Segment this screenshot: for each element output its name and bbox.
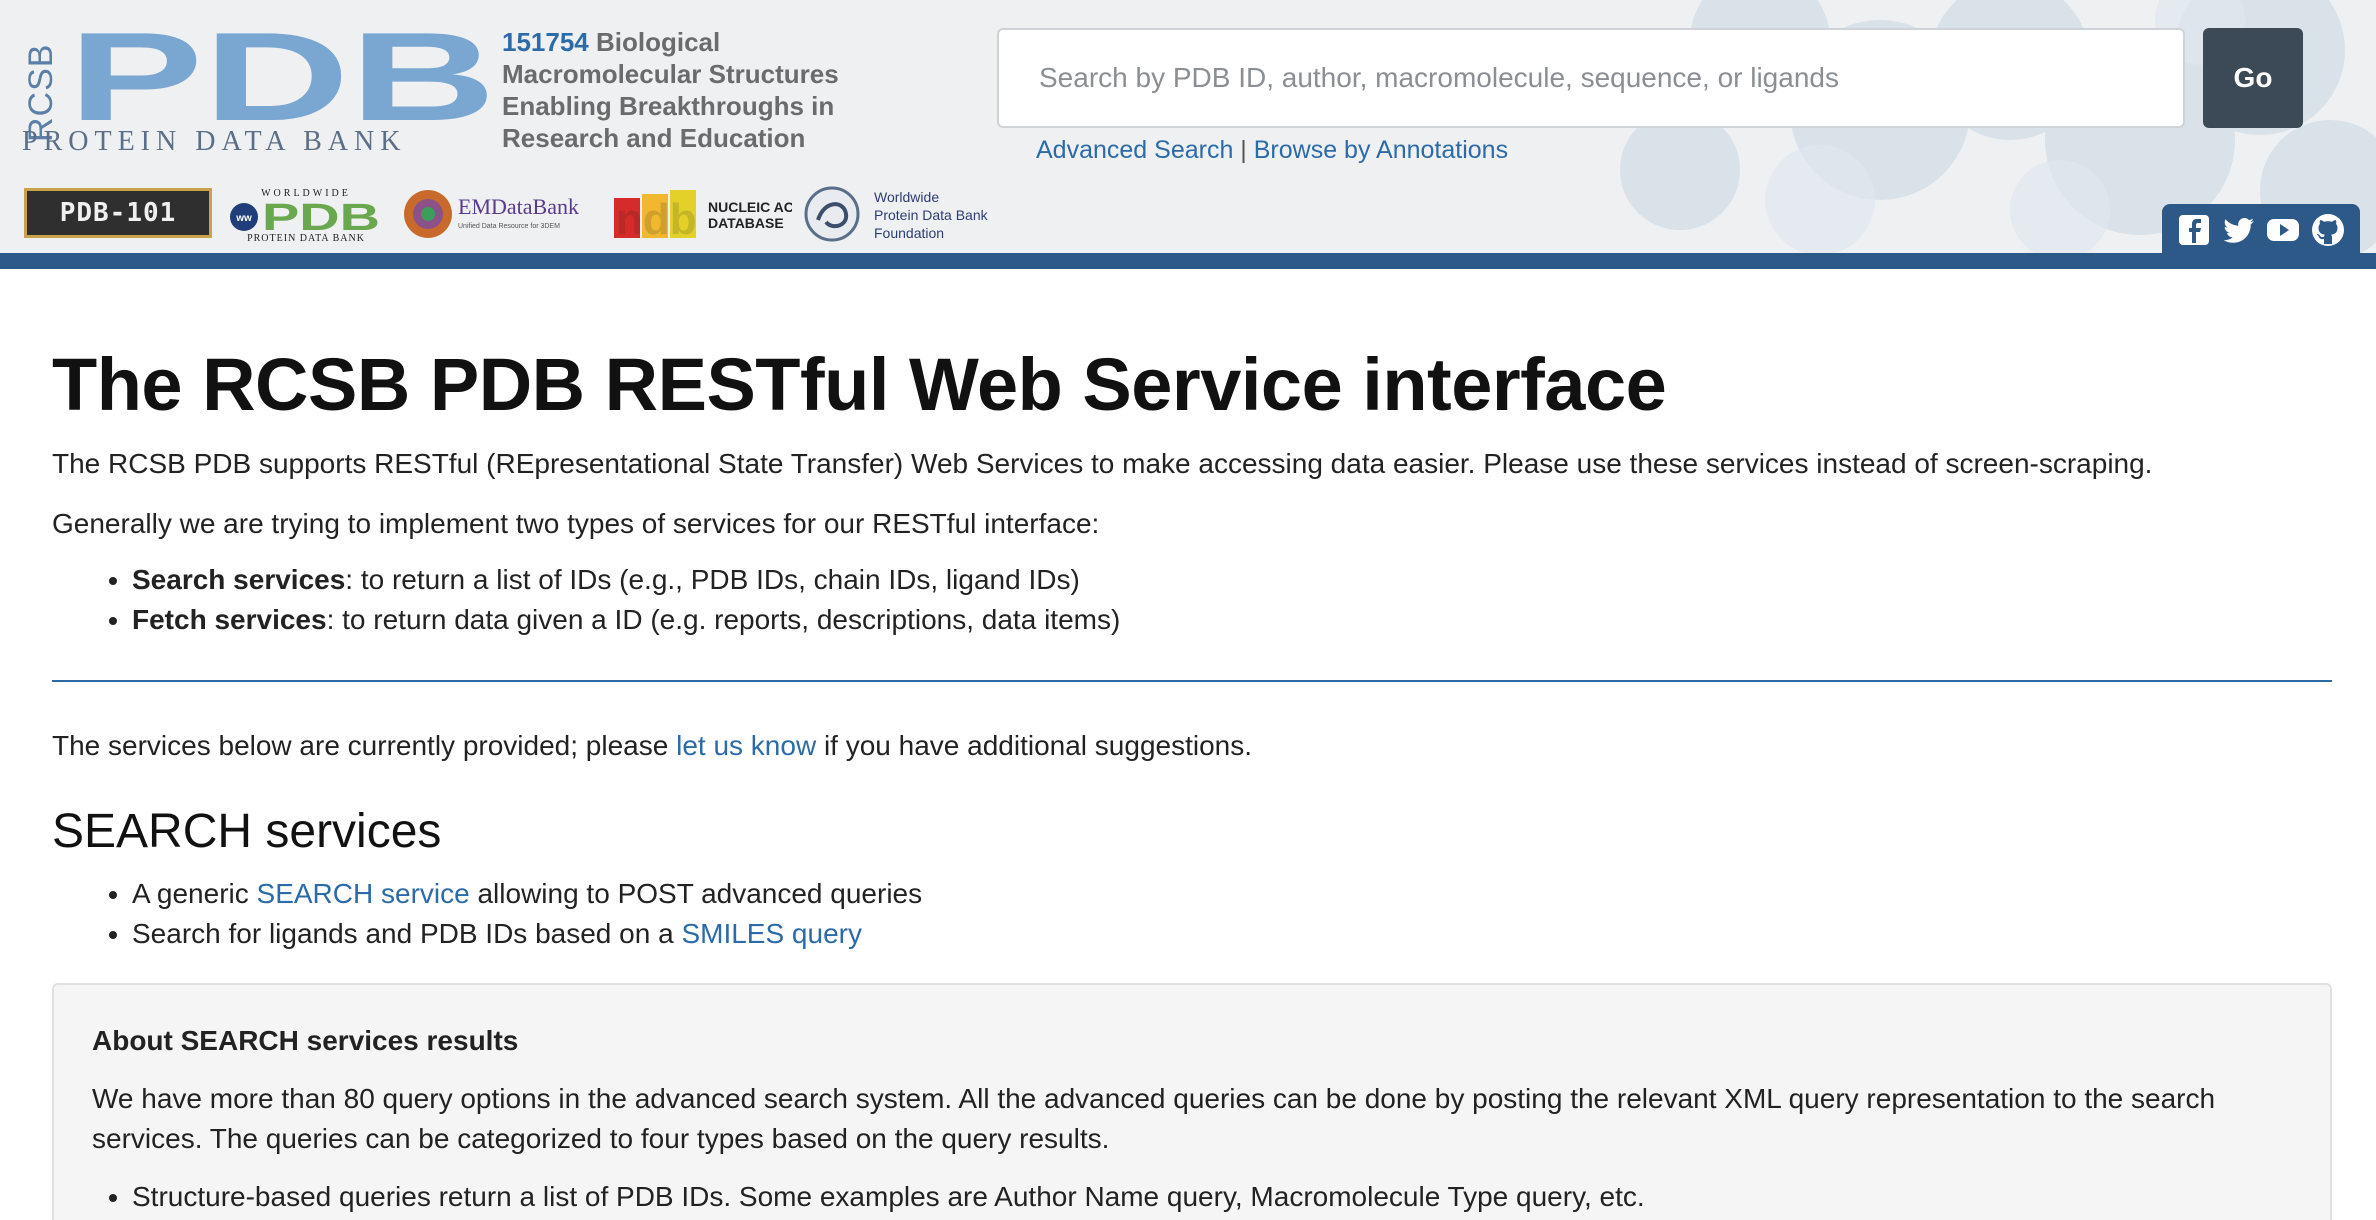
logo-main-text: PDB bbox=[68, 26, 496, 126]
youtube-icon[interactable] bbox=[2266, 213, 2300, 247]
item-text-before: Search for ligands and PDB IDs based on … bbox=[132, 918, 682, 949]
pdb-logo-mark: PDB bbox=[68, 26, 496, 126]
smiles-query-link[interactable]: SMILES query bbox=[681, 918, 862, 949]
service-type-desc: : to return a list of IDs (e.g., PDB IDs… bbox=[345, 564, 1080, 595]
ndb-logo[interactable]: ndb NUCLEIC ACID DATABASE bbox=[612, 186, 792, 242]
ndb-sub2: DATABASE bbox=[708, 215, 784, 231]
site-header: RCSB PDB PROTEIN DATA BANK 151754 Biolog… bbox=[0, 0, 2376, 253]
search-services-list: A generic SEARCH service allowing to POS… bbox=[132, 874, 2332, 954]
foundation-emblem-icon bbox=[804, 186, 860, 242]
panel-heading: About SEARCH services results bbox=[92, 1025, 519, 1056]
ndb-mark-text: ndb bbox=[616, 195, 697, 242]
main-content: The RCSB PDB RESTful Web Service interfa… bbox=[52, 340, 2332, 954]
header-divider-bar bbox=[0, 253, 2376, 269]
facebook-icon[interactable] bbox=[2177, 213, 2211, 247]
panel-list: Structure-based queries return a list of… bbox=[132, 1177, 2292, 1217]
search-links: Advanced Search | Browse by Annotations bbox=[1036, 136, 1508, 165]
emdb-subtitle: Unified Data Resource for 3DEM bbox=[458, 223, 560, 230]
twitter-icon[interactable] bbox=[2222, 213, 2256, 247]
panel-text: We have more than 80 query options in th… bbox=[92, 1083, 2216, 1154]
item-text-before: A generic bbox=[132, 878, 257, 909]
link-separator: | bbox=[1233, 136, 1254, 164]
emdatabank-logo[interactable]: EMDataBank Unified Data Resource for 3DE… bbox=[404, 186, 594, 242]
logo-subtitle: PROTEIN DATA BANK bbox=[22, 126, 407, 157]
search-input[interactable] bbox=[997, 28, 2185, 128]
service-type-name: Fetch services bbox=[132, 604, 327, 635]
emdb-title: EMDataBank bbox=[458, 194, 579, 219]
intro-paragraph: The RCSB PDB supports RESTful (REpresent… bbox=[52, 448, 2153, 479]
pdb101-logo[interactable]: PDB-101 bbox=[24, 188, 212, 238]
provided-text-after: if you have additional suggestions. bbox=[816, 730, 1253, 761]
structure-count-tagline: 151754 Biological Macromolecular Structu… bbox=[502, 26, 842, 154]
service-type-name: Search services bbox=[132, 564, 346, 595]
let-us-know-link[interactable]: let us know bbox=[676, 730, 816, 761]
list-item: Search services: to return a list of IDs… bbox=[132, 560, 2332, 600]
wwpdb-bottom-text: PROTEIN DATA BANK bbox=[247, 233, 365, 242]
list-item: Fetch services: to return data given a I… bbox=[132, 600, 2332, 640]
service-types-intro: Generally we are trying to implement two… bbox=[52, 508, 1100, 539]
wwpdb-logo[interactable]: WORLDWIDE ww PDB PROTEIN DATA BANK bbox=[228, 186, 384, 242]
item-text-after: allowing to POST advanced queries bbox=[469, 878, 923, 909]
wwpdb-foundation-logo[interactable]: Worldwide Protein Data Bank Foundation bbox=[804, 186, 1004, 242]
list-item: A generic SEARCH service allowing to POS… bbox=[132, 874, 2332, 914]
section-divider bbox=[52, 680, 2332, 682]
provided-services-note: The services below are currently provide… bbox=[52, 726, 2332, 766]
foundation-line1: Worldwide bbox=[874, 189, 939, 205]
service-types-list: Search services: to return a list of IDs… bbox=[132, 560, 2332, 640]
foundation-line3: Foundation bbox=[874, 225, 944, 241]
github-icon[interactable] bbox=[2311, 213, 2345, 247]
list-item: Search for ligands and PDB IDs based on … bbox=[132, 914, 2332, 954]
search-results-info-panel: About SEARCH services results We have mo… bbox=[52, 983, 2332, 1220]
service-type-desc: : to return data given a ID (e.g. report… bbox=[326, 604, 1121, 635]
svg-text:ww: ww bbox=[235, 213, 252, 224]
rcsb-pdb-logo[interactable]: RCSB PDB PROTEIN DATA BANK bbox=[22, 26, 496, 157]
search-services-heading: SEARCH services bbox=[52, 805, 442, 858]
foundation-line2: Protein Data Bank bbox=[874, 207, 989, 223]
structure-count: 151754 bbox=[502, 27, 589, 57]
advanced-search-link[interactable]: Advanced Search bbox=[1036, 136, 1233, 164]
social-links bbox=[2162, 204, 2360, 253]
ndb-sub1: NUCLEIC ACID bbox=[708, 199, 792, 215]
provided-text-before: The services below are currently provide… bbox=[52, 730, 677, 761]
search-service-link[interactable]: SEARCH service bbox=[257, 878, 470, 909]
browse-annotations-link[interactable]: Browse by Annotations bbox=[1254, 136, 1508, 164]
page-title: The RCSB PDB RESTful Web Service interfa… bbox=[52, 343, 1667, 426]
list-item: Structure-based queries return a list of… bbox=[132, 1177, 2292, 1217]
go-button[interactable]: Go bbox=[2203, 28, 2303, 128]
